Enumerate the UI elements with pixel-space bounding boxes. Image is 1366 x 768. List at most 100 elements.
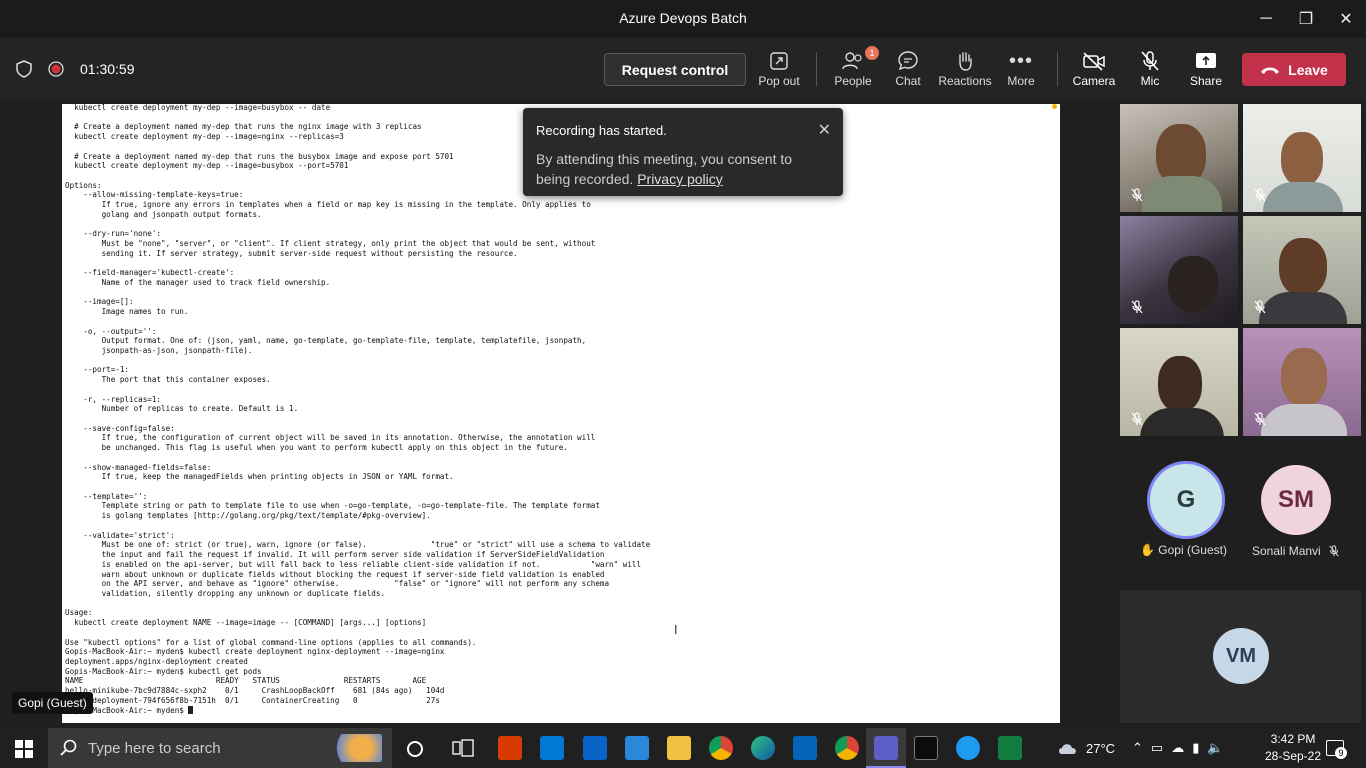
outlook-icon[interactable] <box>793 736 817 760</box>
hand-icon <box>959 52 972 71</box>
leave-button[interactable]: Leave <box>1242 53 1346 86</box>
camera-button[interactable]: Camera <box>1072 48 1116 92</box>
terminal-line: Options: <box>65 180 102 190</box>
terminal-line: --show-managed-fields=false: <box>83 462 212 472</box>
weather-widget[interactable]: 27°C <box>1056 728 1115 768</box>
minimize-button[interactable]: ─ <box>1246 0 1286 38</box>
chat-label: Chat <box>895 74 921 88</box>
chrome-profile-icon[interactable] <box>835 736 859 760</box>
edge-icon[interactable] <box>751 736 775 760</box>
more-label: More <box>1007 74 1035 88</box>
participant-video-tile[interactable] <box>1120 328 1238 436</box>
office-icon[interactable] <box>498 736 522 760</box>
terminal-line: # Create a deployment named my-dep that … <box>74 151 454 161</box>
windows-start-icon[interactable] <box>15 740 33 758</box>
participant-video-tile[interactable] <box>1120 104 1238 212</box>
people-button[interactable]: 1 People <box>832 46 879 92</box>
pop-out-icon <box>770 52 788 70</box>
avatar-initial: G <box>1176 486 1196 513</box>
terminal-line: If true, ignore any errors in templates … <box>101 200 591 210</box>
presenter-name-tag: Gopi (Guest) <box>12 692 93 714</box>
terminal-line: be unchanged. This flag is useful when y… <box>101 443 568 453</box>
windows-taskbar: Type here to search 27°C ⌃ ▭ ☁ ▮ 🔈 3:42 … <box>0 728 1366 768</box>
toast-close-icon[interactable]: ✕ <box>818 120 831 140</box>
whiteboard-icon[interactable] <box>625 736 649 760</box>
more-icon: ••• <box>1008 49 1033 72</box>
chevron-up-icon[interactable]: ⌃ <box>1132 740 1143 756</box>
terminal-line: jsonpath-as-json, jsonpath-file). <box>101 345 253 355</box>
phone-hangup-icon <box>1261 67 1280 74</box>
participant-name-sonali: Sonali Manvi <box>1252 544 1340 558</box>
terminal-cursor <box>188 705 194 714</box>
excel-icon[interactable] <box>998 736 1022 760</box>
onedrive-icon[interactable]: ☁ <box>1171 740 1184 756</box>
terminal-line: --validate='strict': <box>83 530 175 540</box>
participant-video-tile[interactable] <box>1120 216 1238 324</box>
people-icon <box>842 52 862 70</box>
battery-icon[interactable]: ▮ <box>1192 740 1199 756</box>
people-badge: 1 <box>865 46 879 60</box>
terminal-line: --template='': <box>83 491 148 501</box>
close-button[interactable]: ✕ <box>1326 0 1366 38</box>
shared-terminal: kubectl create deployment my-dep --image… <box>62 104 1060 723</box>
terminal-line: hello-minikube-7bc9d7884c-sxph2 0/1 Cras… <box>65 686 445 696</box>
terminal-icon[interactable] <box>914 736 938 760</box>
chrome-icon[interactable] <box>709 736 733 760</box>
weather-temp: 27°C <box>1086 740 1116 756</box>
terminal-line: golang and jsonpath output formats. <box>101 209 262 219</box>
avatar-sonali[interactable]: SM <box>1261 465 1331 535</box>
share-button[interactable]: Share <box>1190 48 1222 92</box>
terminal-line: sending it. If server strategy, submit s… <box>101 248 518 258</box>
more-button[interactable]: ••• More <box>1004 48 1038 92</box>
reactions-button[interactable]: Reactions <box>938 48 992 92</box>
people-label: People <box>834 74 872 88</box>
terminal-line: --save-config=false: <box>83 423 175 433</box>
participant-video-tile[interactable] <box>1243 104 1361 212</box>
docker-icon[interactable] <box>956 736 980 760</box>
terminal-line: Must be one of: strict (or true), warn, … <box>101 540 651 550</box>
cortana-icon[interactable] <box>405 739 425 759</box>
mic-off-icon <box>1329 545 1339 557</box>
terminal-line: Template string or path to template file… <box>101 501 600 511</box>
search-highlight-icon <box>330 734 382 762</box>
task-view-icon[interactable] <box>452 739 474 757</box>
terminal-line: nginx-deployment-794f656f8b-7151h 0/1 Co… <box>65 695 440 705</box>
notification-count: 9 <box>1335 747 1347 759</box>
volume-icon[interactable]: 🔈 <box>1207 740 1223 756</box>
network-icon[interactable]: ▭ <box>1151 740 1163 756</box>
share-label: Share <box>1189 74 1223 88</box>
avatar-gopi[interactable]: G <box>1147 461 1225 539</box>
toast-body: By attending this meeting, you consent t… <box>536 149 816 189</box>
chat-button[interactable]: Chat <box>890 48 926 92</box>
raised-hand-icon: ✋ <box>1140 543 1155 557</box>
terminal-line: on the API server, and behave as "ignore… <box>101 579 610 589</box>
camera-label: Camera <box>1072 74 1116 88</box>
leave-label: Leave <box>1288 61 1328 78</box>
microsoft-store-icon[interactable] <box>540 736 564 760</box>
terminal-line: Output format. One of: (json, yaml, name… <box>101 336 587 346</box>
privacy-policy-link[interactable]: Privacy policy <box>637 171 723 187</box>
teams-taskbar-item[interactable] <box>866 728 906 768</box>
participant-video-tile[interactable] <box>1243 216 1361 324</box>
pop-out-button[interactable]: Pop out <box>757 48 801 92</box>
avatar-initial: VM <box>1226 644 1256 667</box>
self-view-tile[interactable]: VM <box>1120 590 1361 723</box>
search-icon <box>60 739 77 756</box>
taskbar-search-box[interactable]: Type here to search <box>48 728 392 768</box>
toast-title: Recording has started. <box>536 123 667 138</box>
restore-button[interactable]: ❐ <box>1286 0 1326 38</box>
notification-center-icon[interactable]: 9 <box>1326 740 1347 759</box>
mail-icon[interactable] <box>583 736 607 760</box>
mic-off-icon <box>1131 412 1143 426</box>
terminal-line: If true, keep the managedFields when pri… <box>101 472 454 482</box>
terminal-line: --allow-missing-template-keys=true: <box>83 190 244 200</box>
system-tray: ⌃ ▭ ☁ ▮ 🔈 <box>1132 728 1224 768</box>
chat-icon <box>898 51 918 71</box>
mic-button[interactable]: Mic <box>1136 48 1164 92</box>
shield-icon[interactable] <box>16 60 32 78</box>
terminal-line: NAME READY STATUS RESTARTS AGE <box>65 676 427 686</box>
file-explorer-icon[interactable] <box>667 736 691 760</box>
request-control-button[interactable]: Request control <box>604 53 746 86</box>
taskbar-clock[interactable]: 3:42 PM 28-Sep-22 <box>1258 731 1328 765</box>
participant-video-tile[interactable] <box>1243 328 1361 436</box>
